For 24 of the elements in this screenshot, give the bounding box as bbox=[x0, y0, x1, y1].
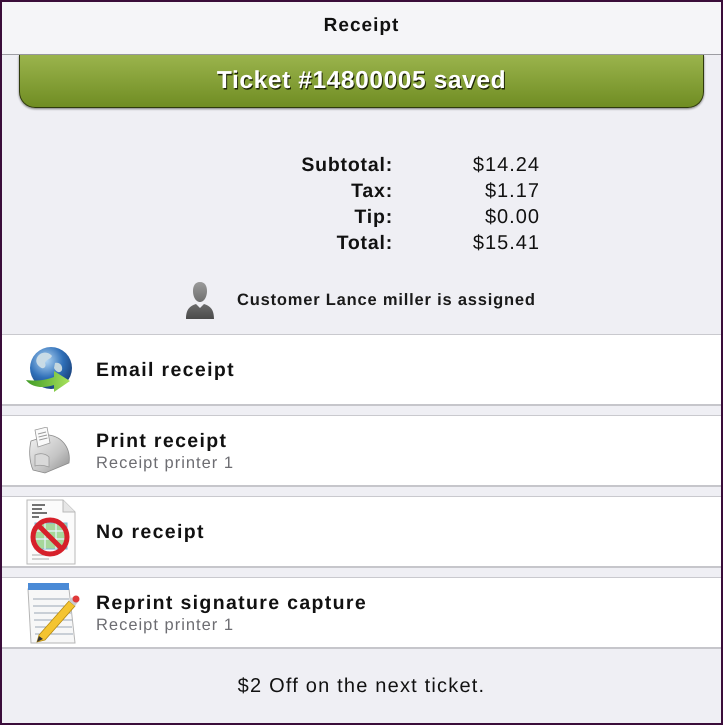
total-label: Total: bbox=[336, 232, 393, 254]
option-title: Print receipt bbox=[96, 428, 228, 452]
screen-title: Receipt bbox=[324, 15, 400, 37]
total-amount: $0.00 bbox=[484, 206, 540, 228]
total-label: Tax: bbox=[350, 180, 393, 202]
option-title: Email receipt bbox=[96, 358, 235, 382]
option-subtitle: Receipt printer 1 bbox=[96, 452, 234, 472]
total-amount: $15.41 bbox=[472, 232, 540, 254]
option-title: Reprint signature capture bbox=[96, 590, 368, 614]
receipt-option[interactable]: No receipt bbox=[2, 496, 721, 568]
person-silhouette-icon bbox=[186, 282, 214, 319]
option-title: No receipt bbox=[96, 520, 205, 544]
receipt-option[interactable]: Email receipt bbox=[2, 334, 721, 406]
customer-assigned-text: Customer Lance miller is assigned bbox=[237, 291, 536, 310]
total-label: Subtotal: bbox=[300, 154, 393, 176]
total-amount: $1.17 bbox=[484, 180, 540, 202]
receipt-option[interactable]: Reprint signature capture Receipt printer 1 bbox=[2, 577, 721, 649]
total-amount: $14.24 bbox=[472, 154, 540, 176]
total-label: Tip: bbox=[353, 206, 393, 228]
option-subtitle: Receipt printer 1 bbox=[96, 614, 236, 634]
crossed-out-document-icon bbox=[25, 498, 77, 564]
receipt-option[interactable]: Print receipt Receipt printer 1 bbox=[2, 415, 721, 487]
promo-note: $2 Off on the next ticket. bbox=[238, 675, 486, 698]
ticket-saved-banner: Ticket #14800005 saved bbox=[19, 55, 704, 108]
